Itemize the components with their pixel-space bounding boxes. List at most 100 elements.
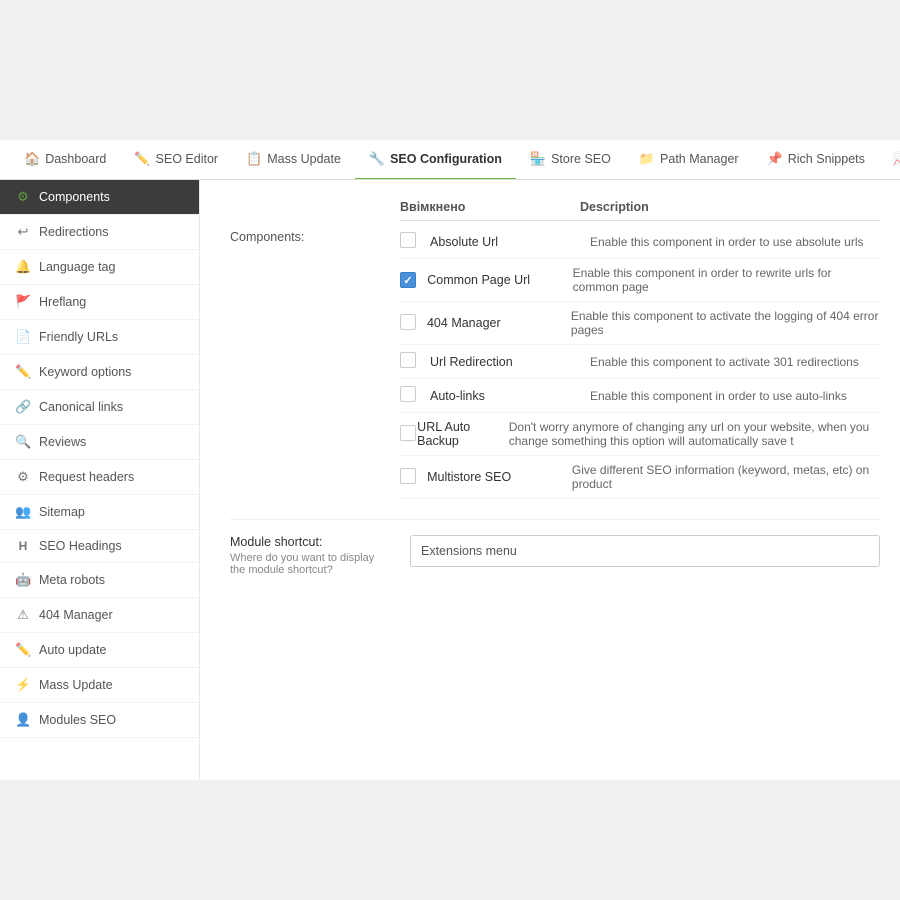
tab-seo-configuration-label: SEO Configuration (390, 152, 502, 166)
sidebar-item-seo-headings-label: SEO Headings (39, 539, 122, 553)
component-desc-url-auto-backup: Don't worry anymore of changing any url … (509, 420, 880, 448)
component-desc-url-redirection: Enable this component to activate 301 re… (590, 355, 859, 369)
checkbox-absolute-url[interactable] (400, 232, 416, 248)
mass-update-nav-icon: 📋 (246, 151, 262, 167)
tab-analytics[interactable]: 📈 Analytics (879, 140, 900, 180)
canonical-links-icon: 🔗 (15, 399, 31, 415)
reviews-icon: 🔍 (15, 434, 31, 450)
sidebar-item-keyword-options[interactable]: ✏️ Keyword options (0, 355, 199, 390)
tab-rich-snippets[interactable]: 📌 Rich Snippets (753, 140, 879, 180)
tab-mass-update[interactable]: 📋 Mass Update (232, 140, 355, 180)
tab-seo-configuration[interactable]: 🔧 SEO Configuration (355, 140, 516, 180)
checkbox-auto-links[interactable] (400, 386, 416, 402)
checkbox-common-page-url[interactable] (400, 272, 416, 288)
header-enabled: Ввімкнено (400, 200, 580, 214)
components-icon: ⚙ (15, 189, 31, 205)
seo-headings-icon: H (15, 539, 31, 553)
module-shortcut-sublabel: Where do you want to display the module … (230, 552, 390, 576)
tab-path-manager-label: Path Manager (660, 152, 739, 166)
tab-rich-snippets-label: Rich Snippets (788, 152, 865, 166)
language-tag-icon: 🔔 (15, 259, 31, 275)
sidebar-item-canonical-links-label: Canonical links (39, 400, 123, 414)
sidebar-item-canonical-links[interactable]: 🔗 Canonical links (0, 390, 199, 425)
rich-snippets-icon: 📌 (767, 151, 783, 167)
seo-config-icon: 🔧 (369, 151, 385, 167)
component-row-auto-links: Auto-linksEnable this component in order… (400, 379, 880, 413)
friendly-urls-icon: 📄 (15, 329, 31, 345)
component-name-url-auto-backup: URL Auto Backup (417, 420, 509, 448)
auto-update-icon: ✏️ (15, 642, 31, 658)
sitemap-icon: 👥 (15, 504, 31, 520)
tab-path-manager[interactable]: 📁 Path Manager (625, 140, 753, 180)
component-row-404-manager: 404 ManagerEnable this component to acti… (400, 302, 880, 345)
sidebar-item-friendly-urls-label: Friendly URLs (39, 330, 118, 344)
mass-update-sidebar-icon: ⚡ (15, 677, 31, 693)
checkbox-url-auto-backup[interactable] (400, 425, 416, 441)
path-manager-icon: 📁 (639, 151, 655, 167)
component-name-absolute-url: Absolute Url (430, 235, 590, 249)
store-seo-icon: 🏪 (530, 151, 546, 167)
sidebar-item-components[interactable]: ⚙ Components (0, 180, 199, 215)
tab-dashboard-label: Dashboard (45, 152, 106, 166)
tab-seo-editor-label: SEO Editor (156, 152, 219, 166)
sidebar-item-modules-seo[interactable]: 👤 Modules SEO (0, 703, 199, 738)
component-desc-absolute-url: Enable this component in order to use ab… (590, 235, 864, 249)
module-shortcut-section: Module shortcut: Where do you want to di… (230, 519, 880, 576)
sidebar-item-mass-update-label: Mass Update (39, 678, 113, 692)
sidebar-item-hreflang[interactable]: 🚩 Hreflang (0, 285, 199, 320)
tab-seo-editor[interactable]: ✏️ SEO Editor (120, 140, 232, 180)
module-shortcut-input[interactable] (410, 535, 880, 567)
404-manager-icon: ⚠ (15, 607, 31, 623)
component-desc-404-manager: Enable this component to activate the lo… (571, 309, 880, 337)
sidebar-item-auto-update[interactable]: ✏️ Auto update (0, 633, 199, 668)
sidebar-item-friendly-urls[interactable]: 📄 Friendly URLs (0, 320, 199, 355)
components-list: Absolute UrlEnable this component in ord… (400, 225, 880, 499)
component-name-auto-links: Auto-links (430, 389, 590, 403)
sidebar-item-redirections[interactable]: ↩ Redirections (0, 215, 199, 250)
sidebar-item-reviews[interactable]: 🔍 Reviews (0, 425, 199, 460)
component-name-common-page-url: Common Page Url (427, 273, 572, 287)
component-row-multistore-seo: Multistore SEOGive different SEO informa… (400, 456, 880, 499)
top-nav: 🏠 Dashboard ✏️ SEO Editor 📋 Mass Update … (0, 140, 900, 180)
grid-header: Ввімкнено Description (400, 200, 880, 221)
components-grid: Ввімкнено Description Absolute UrlEnable… (400, 200, 880, 499)
component-name-404-manager: 404 Manager (427, 316, 571, 330)
sidebar-item-redirections-label: Redirections (39, 225, 108, 239)
checkbox-url-redirection[interactable] (400, 352, 416, 368)
component-desc-auto-links: Enable this component in order to use au… (590, 389, 847, 403)
component-desc-multistore-seo: Give different SEO information (keyword,… (572, 463, 880, 491)
component-name-url-redirection: Url Redirection (430, 355, 590, 369)
sidebar-item-request-headers[interactable]: ⚙ Request headers (0, 460, 199, 495)
sidebar-item-mass-update[interactable]: ⚡ Mass Update (0, 668, 199, 703)
checkbox-404-manager[interactable] (400, 314, 416, 330)
sidebar-item-meta-robots[interactable]: 🤖 Meta robots (0, 563, 199, 598)
content-area: Components: Ввімкнено Description Absolu… (200, 180, 900, 780)
sidebar-item-hreflang-label: Hreflang (39, 295, 86, 309)
seo-editor-icon: ✏️ (134, 151, 150, 167)
module-shortcut-label: Module shortcut: (230, 535, 390, 549)
hreflang-icon: 🚩 (15, 294, 31, 310)
content-inner: Components: Ввімкнено Description Absolu… (230, 200, 880, 499)
tab-store-seo[interactable]: 🏪 Store SEO (516, 140, 625, 180)
sidebar-item-language-tag[interactable]: 🔔 Language tag (0, 250, 199, 285)
app-wrapper: 🏠 Dashboard ✏️ SEO Editor 📋 Mass Update … (0, 0, 900, 900)
sidebar: ⚙ Components ↩ Redirections 🔔 Language t… (0, 180, 200, 780)
sidebar-item-404-manager[interactable]: ⚠ 404 Manager (0, 598, 199, 633)
sidebar-item-reviews-label: Reviews (39, 435, 86, 449)
sidebar-item-language-tag-label: Language tag (39, 260, 115, 274)
keyword-options-icon: ✏️ (15, 364, 31, 380)
component-row-url-auto-backup: URL Auto BackupDon't worry anymore of ch… (400, 413, 880, 456)
component-desc-common-page-url: Enable this component in order to rewrit… (573, 266, 880, 294)
sidebar-item-404-manager-label: 404 Manager (39, 608, 113, 622)
tab-store-seo-label: Store SEO (551, 152, 611, 166)
sidebar-item-meta-robots-label: Meta robots (39, 573, 105, 587)
dashboard-icon: 🏠 (24, 151, 40, 167)
meta-robots-icon: 🤖 (15, 572, 31, 588)
checkbox-multistore-seo[interactable] (400, 468, 416, 484)
component-row-url-redirection: Url RedirectionEnable this component to … (400, 345, 880, 379)
sidebar-item-sitemap[interactable]: 👥 Sitemap (0, 495, 199, 530)
tab-dashboard[interactable]: 🏠 Dashboard (10, 140, 120, 180)
sidebar-item-seo-headings[interactable]: H SEO Headings (0, 530, 199, 563)
analytics-icon: 📈 (893, 151, 900, 167)
sidebar-item-auto-update-label: Auto update (39, 643, 106, 657)
